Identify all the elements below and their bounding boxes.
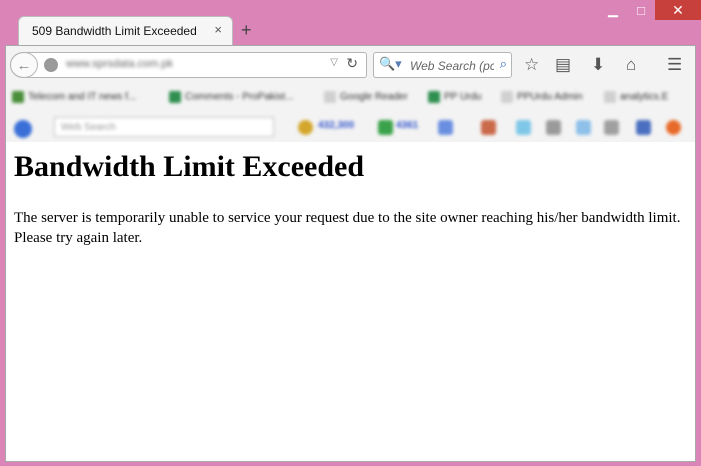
active-tab[interactable]: 509 Bandwidth Limit Exceeded × bbox=[18, 16, 233, 46]
bookmark-icon bbox=[428, 91, 440, 103]
bookmark-item[interactable]: PP Urdu bbox=[428, 91, 482, 103]
addon-green-icon[interactable] bbox=[378, 120, 393, 135]
bookmarks-toolbar: Telecom and IT news f... Comments - ProP… bbox=[6, 84, 695, 112]
addon-red-icon[interactable] bbox=[481, 120, 496, 135]
bookmark-star-icon[interactable]: ☆ bbox=[524, 56, 539, 74]
reload-icon[interactable]: ↻ bbox=[346, 55, 358, 72]
bookmark-item[interactable]: Telecom and IT news f... bbox=[12, 91, 136, 103]
navigation-toolbar: ← www.sprsdata.com.pk ▽ ↻ 🔍▾ Web Search … bbox=[6, 46, 695, 84]
addon-person-icon[interactable] bbox=[636, 120, 651, 135]
addon-orange-icon[interactable] bbox=[666, 120, 681, 135]
browser-frame: ← www.sprsdata.com.pk ▽ ↻ 🔍▾ Web Search … bbox=[5, 45, 696, 462]
addon-coin-icon[interactable] bbox=[298, 120, 313, 135]
search-bar[interactable]: 🔍▾ Web Search (pc ⌕ bbox=[373, 52, 512, 78]
bookmark-icon bbox=[12, 91, 24, 103]
addon-pen-icon[interactable] bbox=[438, 120, 453, 135]
bookmark-icon bbox=[324, 91, 336, 103]
url-dropdown-icon[interactable]: ▽ bbox=[330, 57, 338, 68]
new-tab-button[interactable]: + bbox=[241, 20, 252, 40]
url-bar[interactable]: ← www.sprsdata.com.pk ▽ ↻ bbox=[10, 52, 367, 78]
page-content: Bandwidth Limit Exceeded The server is t… bbox=[6, 142, 695, 461]
back-button[interactable]: ← bbox=[10, 52, 38, 78]
bookmark-label: Google Reader bbox=[340, 91, 408, 103]
search-input[interactable]: Web Search (pc bbox=[410, 59, 494, 73]
bookmark-label: Telecom and IT news f... bbox=[28, 91, 137, 103]
bookmark-label: PP Urdu bbox=[444, 91, 482, 103]
bookmark-icon bbox=[604, 91, 616, 103]
bookmark-item[interactable]: analytics.E bbox=[604, 91, 668, 103]
page-title: Bandwidth Limit Exceeded bbox=[14, 150, 365, 183]
addon-count-a: 432,300 bbox=[318, 120, 355, 131]
url-text[interactable]: www.sprsdata.com.pk bbox=[66, 58, 173, 70]
maximize-button[interactable]: □ bbox=[627, 0, 655, 20]
window-controls: ▁ □ ✕ bbox=[599, 0, 701, 22]
bookmark-label: analytics.E bbox=[620, 91, 669, 103]
addon-logo-icon[interactable] bbox=[14, 120, 32, 138]
addon-toolbar: Web Search 432,300 4361 bbox=[6, 112, 695, 142]
search-engine-icon[interactable]: 🔍▾ bbox=[379, 56, 402, 72]
bookmark-item[interactable]: Google Reader bbox=[324, 91, 408, 103]
bookmark-item[interactable]: Comments - ProPakist... bbox=[169, 91, 293, 103]
globe-icon bbox=[44, 58, 58, 72]
menu-icon[interactable]: ☰ bbox=[667, 56, 682, 74]
addon-doc-icon[interactable] bbox=[576, 120, 591, 135]
addon-count-b: 4361 bbox=[396, 120, 419, 131]
addon-gray-icon[interactable] bbox=[546, 120, 561, 135]
bookmark-icon bbox=[169, 91, 181, 103]
bookmark-label: Comments - ProPakist... bbox=[185, 91, 294, 103]
home-icon[interactable]: ⌂ bbox=[626, 56, 636, 74]
error-message: The server is temporarily unable to serv… bbox=[14, 210, 681, 246]
downloads-icon[interactable]: ⬇ bbox=[591, 56, 605, 74]
close-window-button[interactable]: ✕ bbox=[655, 0, 701, 20]
bookmark-label: PPUrdu Admin bbox=[517, 91, 583, 103]
bookmark-item[interactable]: PPUrdu Admin bbox=[501, 91, 583, 103]
addon-blue-icon[interactable] bbox=[516, 120, 531, 135]
tab-title: 509 Bandwidth Limit Exceeded bbox=[32, 24, 197, 38]
reading-list-icon[interactable]: ▤ bbox=[555, 56, 571, 74]
addon-grid-icon[interactable] bbox=[604, 120, 619, 135]
search-go-icon[interactable]: ⌕ bbox=[500, 56, 507, 72]
tab-close-icon[interactable]: × bbox=[214, 22, 222, 37]
minimize-button[interactable]: ▁ bbox=[599, 0, 627, 20]
bookmark-icon bbox=[501, 91, 513, 103]
addon-search-input[interactable]: Web Search bbox=[54, 117, 274, 137]
